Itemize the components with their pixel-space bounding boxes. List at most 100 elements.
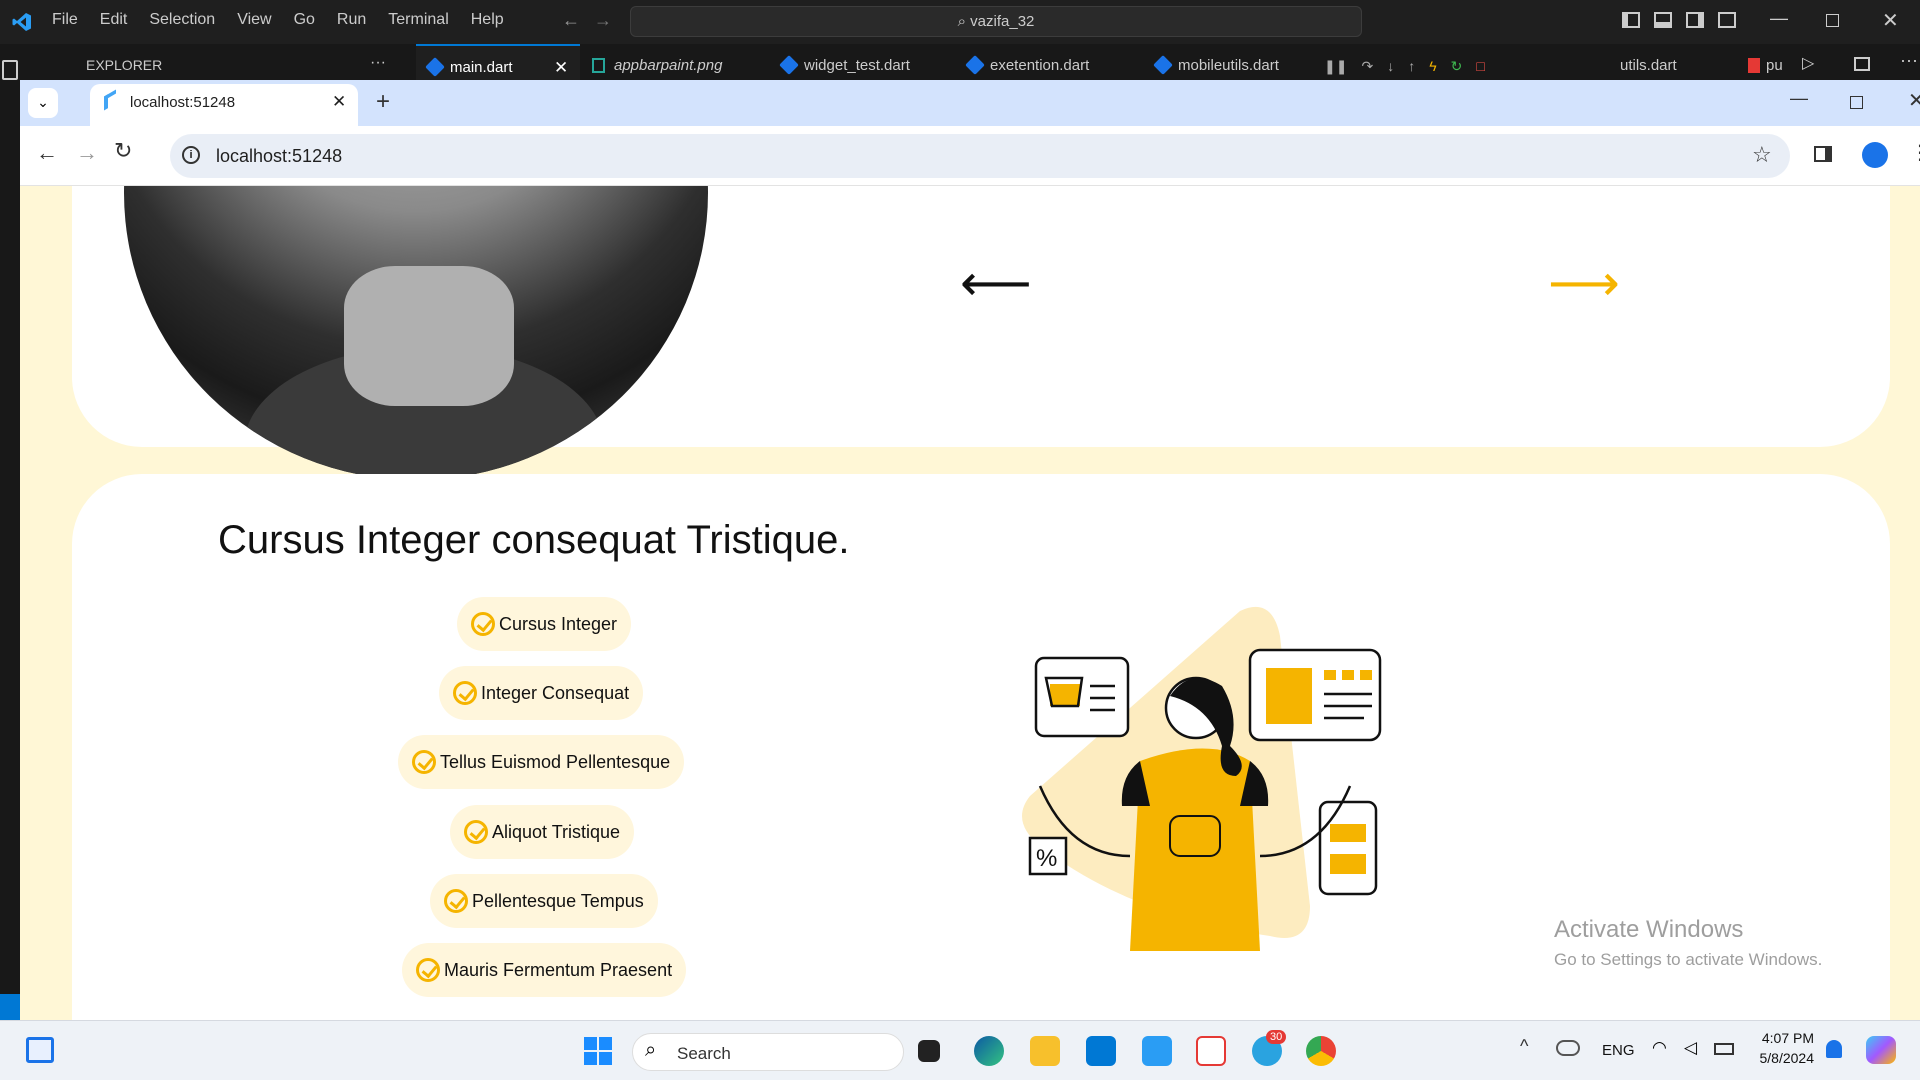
feature-label: Integer Consequat bbox=[481, 682, 630, 703]
back-arrow-icon[interactable]: ← bbox=[562, 10, 580, 31]
widgets-icon[interactable] bbox=[26, 1037, 54, 1063]
split-editor-icon[interactable] bbox=[1854, 57, 1870, 71]
minimize-icon[interactable]: — bbox=[1770, 8, 1788, 29]
file-explorer-icon[interactable] bbox=[1030, 1036, 1060, 1066]
taskbar-search[interactable]: ⌕ Search bbox=[632, 1033, 904, 1071]
hot-reload-icon[interactable]: ϟ bbox=[1429, 58, 1436, 75]
prev-arrow-button[interactable]: ⟵ bbox=[960, 258, 1032, 308]
vscode-taskbar-icon[interactable] bbox=[1142, 1036, 1172, 1066]
menu-edit[interactable]: Edit bbox=[100, 11, 128, 29]
status-bar-remote[interactable] bbox=[0, 994, 20, 1020]
step-out-icon[interactable]: ↑ bbox=[1408, 58, 1415, 75]
site-info-icon[interactable]: i bbox=[182, 146, 200, 164]
toggle-sidebar-icon[interactable] bbox=[1622, 12, 1640, 28]
step-into-icon[interactable]: ↓ bbox=[1387, 58, 1394, 75]
back-icon[interactable]: ← bbox=[36, 140, 58, 166]
tab-mobileutils-dart[interactable]: mobileutils.dart bbox=[1144, 44, 1334, 80]
address-bar[interactable]: i localhost:51248 ☆ bbox=[170, 134, 1790, 178]
feature-pill: Aliquot Tristique bbox=[450, 805, 635, 859]
edge-icon[interactable] bbox=[974, 1036, 1004, 1066]
tab-label: exetention.dart bbox=[990, 57, 1090, 74]
woman-dress bbox=[1130, 748, 1260, 951]
pause-icon[interactable]: ❚❚ bbox=[1324, 58, 1347, 75]
dart-file-icon bbox=[425, 57, 445, 77]
chrome-maximize-icon[interactable] bbox=[1850, 96, 1863, 109]
telegram-badge: 30 bbox=[1266, 1030, 1287, 1044]
tab-widget-test-dart[interactable]: widget_test.dart bbox=[770, 44, 960, 80]
menu-help[interactable]: Help bbox=[471, 11, 504, 29]
menu-selection[interactable]: Selection bbox=[149, 11, 215, 29]
restart-icon[interactable]: ↻ bbox=[1451, 58, 1463, 75]
bookmark-star-icon[interactable]: ☆ bbox=[1752, 142, 1772, 168]
customize-layout-icon[interactable] bbox=[1718, 12, 1736, 28]
onedrive-icon[interactable] bbox=[1556, 1040, 1580, 1056]
notification-bell-icon[interactable] bbox=[1826, 1040, 1842, 1058]
yandex-browser-icon[interactable] bbox=[1196, 1036, 1226, 1066]
menu-file[interactable]: File bbox=[52, 11, 78, 29]
task-view-icon[interactable] bbox=[918, 1040, 940, 1062]
tab-close-icon[interactable]: ✕ bbox=[332, 92, 346, 112]
card-payment bbox=[1318, 800, 1378, 896]
more-actions-icon[interactable]: ··· bbox=[1900, 50, 1918, 71]
profile-icon[interactable] bbox=[1862, 142, 1888, 168]
feature-label: Tellus Euismod Pellentesque bbox=[440, 751, 671, 772]
activate-windows-watermark: Activate Windows Go to Settings to activ… bbox=[1554, 916, 1822, 970]
store-icon[interactable] bbox=[1086, 1036, 1116, 1066]
tab-utils-dart[interactable]: utils.dart bbox=[1610, 44, 1740, 80]
chevron-up-icon[interactable]: ^ bbox=[1520, 1036, 1528, 1057]
menu-terminal[interactable]: Terminal bbox=[388, 11, 448, 29]
copilot-icon[interactable] bbox=[1866, 1036, 1896, 1064]
menu-run[interactable]: Run bbox=[337, 11, 366, 29]
reload-icon[interactable]: ↻ bbox=[114, 138, 132, 164]
tab-pu[interactable]: pu bbox=[1740, 44, 1800, 80]
dart-file-icon bbox=[965, 55, 985, 75]
run-icon[interactable]: ▷ bbox=[1802, 53, 1814, 73]
toggle-panel-icon[interactable] bbox=[1654, 12, 1672, 28]
side-panel-icon[interactable] bbox=[1814, 146, 1832, 162]
toggle-secondary-sidebar-icon[interactable] bbox=[1686, 12, 1704, 28]
tab-label: widget_test.dart bbox=[804, 57, 910, 74]
tab-label: utils.dart bbox=[1620, 57, 1677, 74]
photo-neck bbox=[344, 266, 514, 406]
check-circle-icon bbox=[471, 612, 495, 636]
volume-icon[interactable]: ◁ bbox=[1684, 1038, 1697, 1058]
section-title: Cursus Integer consequat Tristique. bbox=[218, 518, 850, 562]
step-over-icon[interactable]: ↷ bbox=[1361, 58, 1373, 75]
battery-icon[interactable] bbox=[1714, 1043, 1734, 1055]
wifi-icon[interactable]: ◠ bbox=[1652, 1038, 1667, 1058]
next-arrow-button[interactable]: ⟶ bbox=[1548, 258, 1620, 308]
close-icon[interactable]: ✕ bbox=[1882, 8, 1899, 33]
stop-icon[interactable]: □ bbox=[1476, 58, 1484, 75]
chrome-taskbar-icon[interactable] bbox=[1306, 1036, 1336, 1066]
new-tab-button[interactable]: + bbox=[376, 88, 390, 116]
menu-go[interactable]: Go bbox=[294, 11, 315, 29]
vscode-activity-bar bbox=[0, 44, 20, 1020]
chrome-minimize-icon[interactable]: — bbox=[1790, 88, 1808, 109]
start-button-icon[interactable] bbox=[584, 1037, 612, 1065]
clock[interactable]: 4:07 PM 5/8/2024 bbox=[1752, 1030, 1815, 1066]
check-circle-icon bbox=[444, 889, 468, 913]
feature-label: Aliquot Tristique bbox=[492, 821, 621, 842]
explorer-more-icon[interactable]: ··· bbox=[370, 54, 386, 72]
menu-view[interactable]: View bbox=[237, 11, 271, 29]
feature-pill: Integer Consequat bbox=[439, 666, 644, 720]
explorer-files-icon[interactable] bbox=[2, 60, 18, 80]
url-text: localhost:51248 bbox=[216, 146, 343, 166]
tab-exetention-dart[interactable]: exetention.dart bbox=[956, 44, 1144, 80]
tab-main-dart[interactable]: main.dart ✕ bbox=[416, 44, 580, 80]
forward-icon[interactable]: → bbox=[76, 140, 98, 166]
chrome-menu-icon[interactable]: ⋮ bbox=[1910, 140, 1920, 165]
tab-appbarpaint-png[interactable]: appbarpaint.png bbox=[580, 44, 770, 80]
forward-arrow-icon[interactable]: → bbox=[594, 10, 612, 31]
browser-tab[interactable]: localhost:51248 ✕ bbox=[90, 84, 358, 126]
tab-search-button[interactable]: ⌄ bbox=[28, 88, 58, 118]
tab-label: mobileutils.dart bbox=[1178, 57, 1279, 74]
tab-label: main.dart bbox=[450, 59, 513, 76]
command-center-search[interactable]: ⌕ vazifa_32 bbox=[630, 6, 1362, 37]
vscode-menu: File Edit Selection View Go Run Terminal… bbox=[52, 11, 526, 29]
watermark-subtitle: Go to Settings to activate Windows. bbox=[1554, 950, 1823, 969]
chrome-close-icon[interactable]: ✕ bbox=[1908, 88, 1920, 113]
restore-icon[interactable] bbox=[1826, 14, 1839, 27]
vscode-title-bar: File Edit Selection View Go Run Terminal… bbox=[0, 0, 1920, 44]
language-indicator[interactable]: ENG bbox=[1602, 1042, 1635, 1059]
